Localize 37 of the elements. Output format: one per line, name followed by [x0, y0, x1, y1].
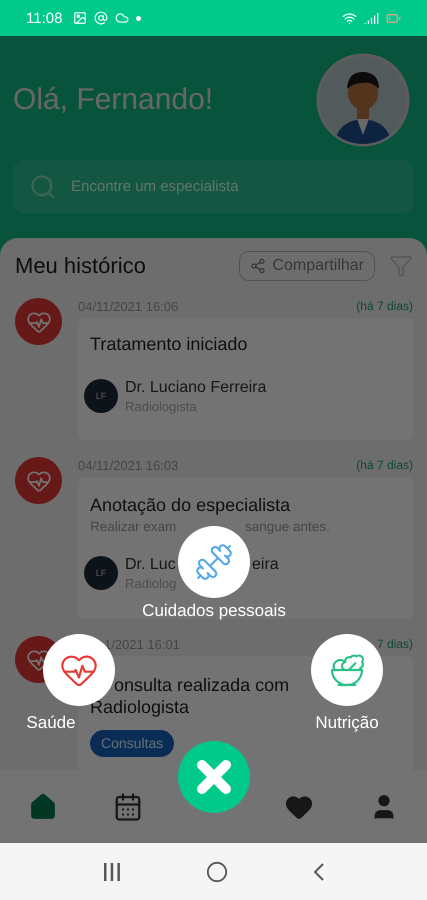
- dumbbell-icon: [194, 542, 234, 582]
- calendar-icon: [113, 792, 144, 822]
- dim-overlay[interactable]: [0, 36, 427, 843]
- menu-option-label: Saúde: [26, 713, 76, 733]
- doctor-avatar: LF: [84, 556, 118, 590]
- greeting: Olá, Fernando!: [13, 83, 214, 117]
- back-icon: [314, 862, 324, 880]
- clock: 11:08: [26, 10, 62, 26]
- heart-pulse-icon: [15, 298, 62, 345]
- doctor-name: Dr. Luciano Ferreira: [125, 378, 266, 396]
- doctor-name: Dr. Luc: [125, 556, 177, 574]
- entry-title: Tratamento iniciado: [90, 333, 248, 356]
- menu-option-label: Nutrição: [315, 713, 379, 733]
- gallery-icon: [73, 11, 88, 25]
- entry-title: onsulta realizada com Radiologista: [90, 674, 290, 718]
- search-field[interactable]: Encontre um especialista: [69, 177, 398, 196]
- category-tag: Consultas: [90, 730, 174, 757]
- search-icon: [29, 172, 57, 200]
- user-avatar[interactable]: [316, 53, 410, 147]
- entry-age: (há 7 dias): [356, 458, 413, 472]
- section-title: Meu histórico: [15, 253, 147, 279]
- wifi-icon: [342, 10, 357, 26]
- dot-icon: [136, 16, 142, 20]
- entry-age: (há 7 dias): [356, 299, 413, 313]
- search-field[interactable]: Encontre um especialista: [13, 160, 414, 213]
- signal-icon: [364, 10, 379, 26]
- heart-pulse-icon: [15, 457, 62, 504]
- entry-title: Anotação do especialista: [90, 494, 292, 517]
- home-circle-icon: [206, 860, 228, 882]
- at-sign-icon: [94, 11, 108, 25]
- cloud-icon: [115, 11, 130, 25]
- doctor-avatar: LF: [84, 379, 118, 413]
- share-icon: [250, 258, 266, 274]
- menu-option-label: Cuidados pessoais: [142, 601, 286, 621]
- recent-apps-icon: [102, 862, 121, 882]
- entry-age: 7 dias): [376, 637, 413, 651]
- doctor-name: eira: [252, 556, 279, 574]
